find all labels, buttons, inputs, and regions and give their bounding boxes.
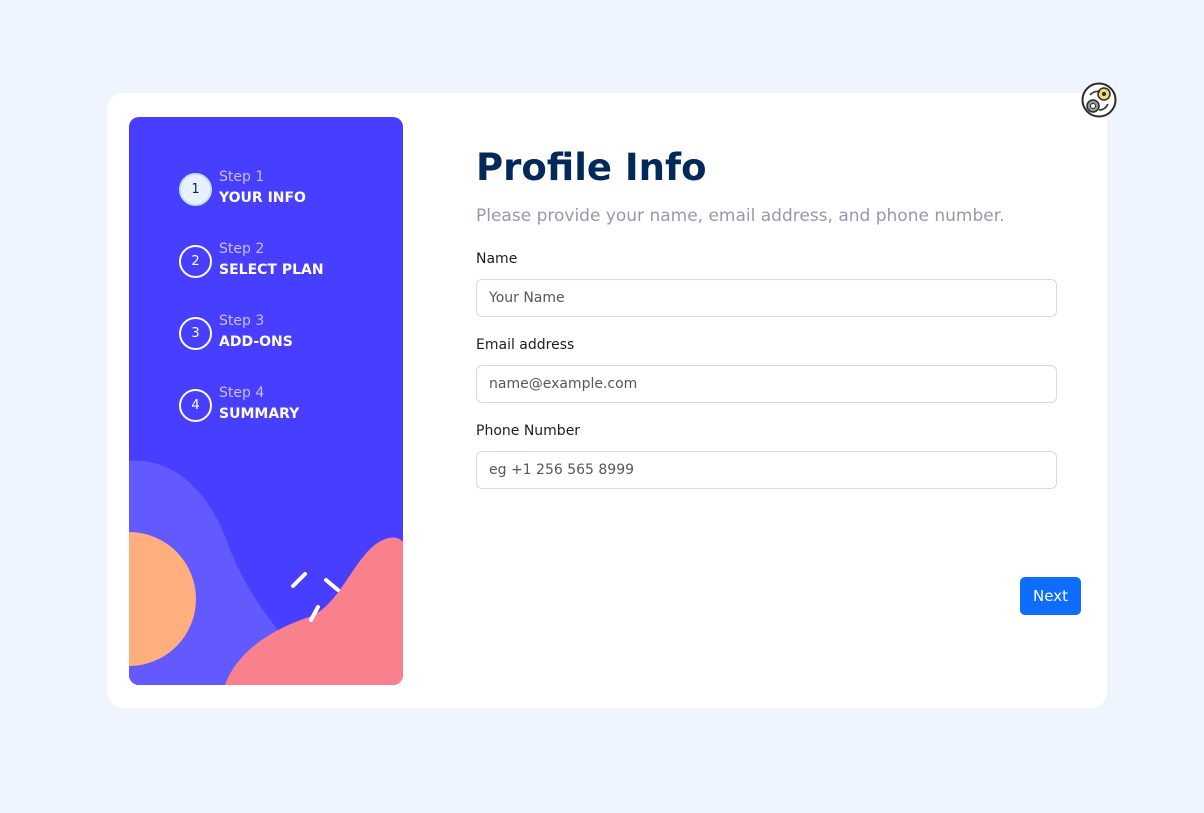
step-title: ADD-ONS: [219, 334, 293, 350]
step-number: 4: [179, 389, 212, 422]
extension-badge-icon[interactable]: [1081, 82, 1117, 118]
email-field-group: Email address: [476, 335, 1057, 403]
step-title: SUMMARY: [219, 406, 300, 422]
step-label: Step 2: [219, 241, 265, 257]
step-label: Step 3: [219, 313, 265, 329]
sparkle-line: [324, 578, 340, 592]
name-label: Name: [476, 251, 518, 267]
email-input[interactable]: [476, 365, 1057, 403]
phone-field-group: Phone Number: [476, 421, 1057, 489]
name-input[interactable]: [476, 279, 1057, 317]
email-label: Email address: [476, 337, 575, 353]
step-title: SELECT PLAN: [219, 262, 324, 278]
step-sidebar: 1 Step 1 YOUR INFO 2 Step 2 SELECT PLAN …: [129, 117, 403, 685]
step-number: 3: [179, 317, 212, 350]
name-field-group: Name: [476, 249, 1057, 317]
page-subtitle: Please provide your name, email address,…: [476, 206, 1005, 226]
phone-input[interactable]: [476, 451, 1057, 489]
step-number: 2: [179, 245, 212, 278]
step-title: YOUR INFO: [219, 190, 306, 206]
next-button[interactable]: Next: [1020, 577, 1081, 615]
sparkle-line: [291, 572, 307, 588]
phone-label: Phone Number: [476, 423, 581, 439]
step-label: Step 1: [219, 169, 265, 185]
page-title: Profile Info: [476, 146, 707, 189]
form-card: 1 Step 1 YOUR INFO 2 Step 2 SELECT PLAN …: [107, 93, 1107, 708]
step-number: 1: [179, 173, 212, 206]
step-label: Step 4: [219, 385, 265, 401]
